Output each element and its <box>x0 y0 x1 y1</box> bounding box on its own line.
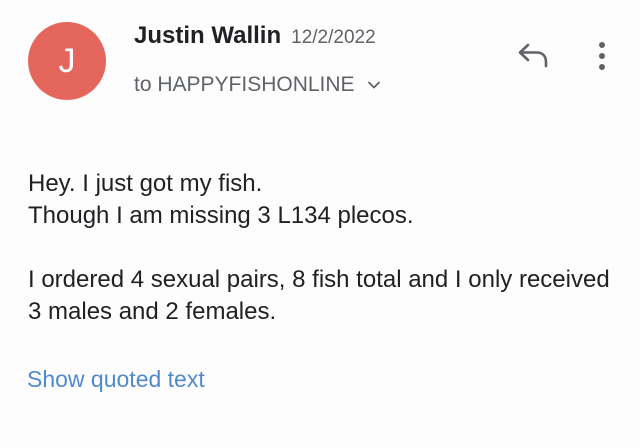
message-line: I ordered 4 sexual pairs, 8 fish total a… <box>28 266 610 325</box>
sender-line: Justin Wallin 12/2/2022 <box>134 22 376 58</box>
sent-date: 12/2/2022 <box>291 27 376 48</box>
reply-button[interactable] <box>510 32 558 80</box>
message-line: Though I am missing 3 L134 plecos. <box>28 202 414 229</box>
more-options-button[interactable] <box>580 32 624 80</box>
message-header: J Justin Wallin 12/2/2022 to HAPPYFISHON… <box>0 0 640 120</box>
message-line: Hey. I just got my fish. <box>28 170 263 197</box>
more-vert-icon <box>599 42 605 70</box>
show-quoted-text-link[interactable]: Show quoted text <box>27 366 205 393</box>
chevron-down-icon <box>367 81 380 89</box>
reply-icon <box>518 43 548 68</box>
message-body: Hey. I just got my fish. Though I am mis… <box>28 168 618 328</box>
avatar[interactable]: J <box>28 22 106 100</box>
avatar-initial: J <box>58 41 76 80</box>
sender-name: Justin Wallin <box>134 22 282 49</box>
recipient-details-toggle[interactable]: to HAPPYFISHONLINE <box>134 71 381 99</box>
email-message-view: J Justin Wallin 12/2/2022 to HAPPYFISHON… <box>0 0 640 447</box>
recipient-text: to HAPPYFISHONLINE <box>134 73 355 96</box>
